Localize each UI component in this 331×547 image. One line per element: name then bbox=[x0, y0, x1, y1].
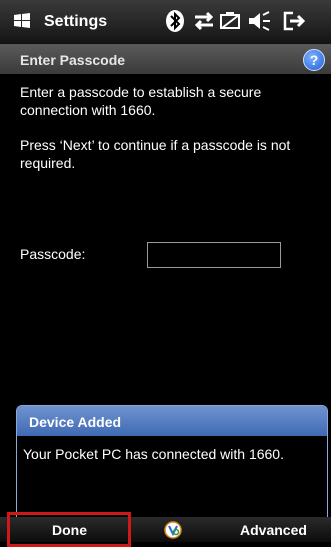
battery-icon[interactable] bbox=[218, 9, 244, 33]
advanced-button[interactable]: Advanced bbox=[240, 522, 307, 538]
notification-message: Your Pocket PC has connected with 1660. bbox=[23, 446, 284, 462]
page-title: Enter Passcode bbox=[20, 52, 126, 68]
next-hint-text: Press ‘Next’ to continue if a passcode i… bbox=[20, 137, 291, 171]
keyboard-icon[interactable] bbox=[164, 521, 182, 539]
app-title: Settings bbox=[44, 13, 108, 30]
status-bar: Settings bbox=[0, 0, 331, 45]
exit-icon[interactable] bbox=[281, 9, 307, 33]
instruction-text: Enter a passcode to establish a secure c… bbox=[20, 84, 262, 118]
connectivity-icon[interactable] bbox=[191, 9, 217, 33]
notification-title: Device Added bbox=[29, 414, 122, 430]
windows-logo-icon[interactable] bbox=[12, 10, 32, 30]
page-header: Enter Passcode ? bbox=[0, 45, 331, 74]
passcode-label: Passcode: bbox=[20, 246, 86, 262]
device-added-notification[interactable]: Device Added Your Pocket PC has connecte… bbox=[16, 405, 328, 519]
volume-icon[interactable] bbox=[246, 9, 272, 33]
passcode-input[interactable] bbox=[147, 242, 281, 268]
help-icon[interactable]: ? bbox=[303, 49, 325, 71]
bluetooth-icon[interactable] bbox=[162, 9, 188, 33]
